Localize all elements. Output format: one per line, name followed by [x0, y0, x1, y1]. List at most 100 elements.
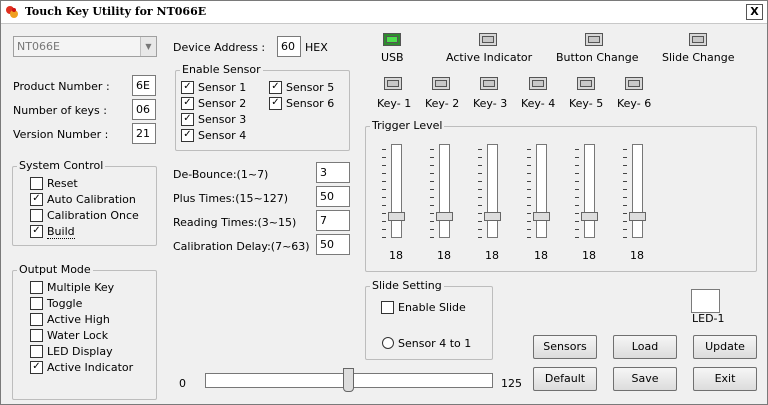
slider-min-label: 0 — [179, 377, 186, 390]
default-button[interactable]: Default — [533, 367, 597, 391]
toggle-checkbox[interactable] — [30, 297, 43, 310]
slider-tick — [575, 221, 579, 222]
slider-tick — [430, 165, 434, 166]
slider-tick — [623, 229, 627, 230]
trigger-5-thumb[interactable] — [581, 212, 598, 221]
slider-tick — [430, 205, 434, 206]
trigger-1-track[interactable] — [391, 144, 402, 238]
usb-label: USB — [381, 51, 404, 64]
led-display-checkbox[interactable] — [30, 345, 43, 358]
slider-tick — [623, 149, 627, 150]
toggle-label: Toggle — [47, 297, 83, 310]
trigger-4-track[interactable] — [536, 144, 547, 238]
slider-tick — [478, 173, 482, 174]
trigger-1-thumb[interactable] — [388, 212, 405, 221]
sensor-1-checkbox[interactable]: ✓ — [181, 81, 194, 94]
trigger-3-ticks — [478, 149, 482, 239]
trigger-4-thumb[interactable] — [533, 212, 550, 221]
slider-tick — [382, 157, 386, 158]
slider-tick — [527, 165, 531, 166]
led-1-label: LED-1 — [692, 312, 725, 325]
slider-tick — [430, 197, 434, 198]
slide-setting-title: Slide Setting — [370, 279, 444, 292]
sensors-button[interactable]: Sensors — [533, 335, 597, 359]
number-of-keys-value: 06 — [136, 103, 150, 116]
device-address-field[interactable]: 60 — [277, 36, 301, 57]
slider-tick — [430, 229, 434, 230]
slider-tick — [575, 173, 579, 174]
reading-times-field[interactable]: 7 — [316, 210, 350, 231]
slider-tick — [575, 181, 579, 182]
reset-checkbox[interactable] — [30, 177, 43, 190]
slider-tick — [382, 221, 386, 222]
multiple-key-checkbox[interactable] — [30, 281, 43, 294]
sensor-4-to-1-radio[interactable] — [382, 337, 394, 349]
trigger-6-thumb[interactable] — [629, 212, 646, 221]
sensor-3-checkbox[interactable]: ✓ — [181, 113, 194, 126]
title-bar: Touch Key Utility for NT066E X — [1, 1, 767, 24]
sensor-6-checkbox[interactable]: ✓ — [269, 97, 282, 110]
slider-tick — [430, 213, 434, 214]
calibration-delay-value: 50 — [320, 238, 334, 251]
slider-tick — [430, 157, 434, 158]
water-lock-checkbox[interactable] — [30, 329, 43, 342]
calibration-once-checkbox[interactable] — [30, 209, 43, 222]
enable-slide-label: Enable Slide — [398, 301, 466, 314]
debounce-field[interactable]: 3 — [316, 162, 350, 183]
product-number-field[interactable]: 6E — [132, 75, 156, 96]
version-number-label: Version Number : — [13, 128, 109, 141]
active-indicator-checkbox[interactable]: ✓ — [30, 361, 43, 374]
horizontal-slider-thumb[interactable] — [343, 368, 354, 392]
save-button[interactable]: Save — [613, 367, 677, 391]
trigger-3-track[interactable] — [487, 144, 498, 238]
trigger-6-ticks — [623, 149, 627, 239]
slider-tick — [575, 205, 579, 206]
build-checkbox[interactable]: ✓ — [30, 225, 43, 238]
sensor-6-label: Sensor 6 — [286, 97, 335, 110]
calibration-delay-field[interactable]: 50 — [316, 234, 350, 255]
trigger-3-thumb[interactable] — [484, 212, 501, 221]
key-4-indicator-inner — [532, 80, 544, 87]
sensor-4-checkbox[interactable]: ✓ — [181, 129, 194, 142]
slider-tick — [527, 213, 531, 214]
output-mode-title: Output Mode — [17, 263, 93, 276]
slider-tick — [430, 189, 434, 190]
slider-tick — [575, 157, 579, 158]
slide-change-indicator — [689, 33, 707, 46]
slider-tick — [623, 237, 627, 238]
number-of-keys-field[interactable]: 06 — [132, 99, 156, 120]
sensor-5-checkbox[interactable]: ✓ — [269, 81, 282, 94]
slider-tick — [575, 165, 579, 166]
trigger-6-track[interactable] — [632, 144, 643, 238]
active-high-label: Active High — [47, 313, 110, 326]
close-button[interactable]: X — [746, 4, 763, 20]
slider-tick — [623, 213, 627, 214]
slider-tick — [430, 237, 434, 238]
slider-tick — [623, 205, 627, 206]
device-select-value: NT066E — [17, 40, 60, 53]
load-button[interactable]: Load — [613, 335, 677, 359]
slider-tick — [623, 157, 627, 158]
auto-calibration-checkbox[interactable]: ✓ — [30, 193, 43, 206]
chevron-down-icon[interactable]: ▼ — [140, 37, 156, 56]
trigger-2-track[interactable] — [439, 144, 450, 238]
sensor-2-checkbox[interactable]: ✓ — [181, 97, 194, 110]
slider-tick — [478, 221, 482, 222]
active-high-checkbox[interactable] — [30, 313, 43, 326]
trigger-2-thumb[interactable] — [436, 212, 453, 221]
exit-button[interactable]: Exit — [693, 367, 757, 391]
key-5-label: Key- 5 — [569, 97, 604, 110]
enable-slide-checkbox[interactable] — [381, 301, 394, 314]
slider-tick — [575, 197, 579, 198]
plus-times-field[interactable]: 50 — [316, 186, 350, 207]
trigger-5-track[interactable] — [584, 144, 595, 238]
update-button[interactable]: Update — [693, 335, 757, 359]
button-change-indicator-inner — [588, 36, 600, 43]
slider-tick — [382, 237, 386, 238]
device-select[interactable]: NT066E ▼ — [13, 36, 157, 57]
active-indicator-lamp — [479, 33, 497, 46]
usb-indicator — [383, 33, 401, 46]
version-number-field[interactable]: 21 — [132, 123, 156, 144]
slide-change-indicator-inner — [692, 36, 704, 43]
slider-tick — [575, 189, 579, 190]
